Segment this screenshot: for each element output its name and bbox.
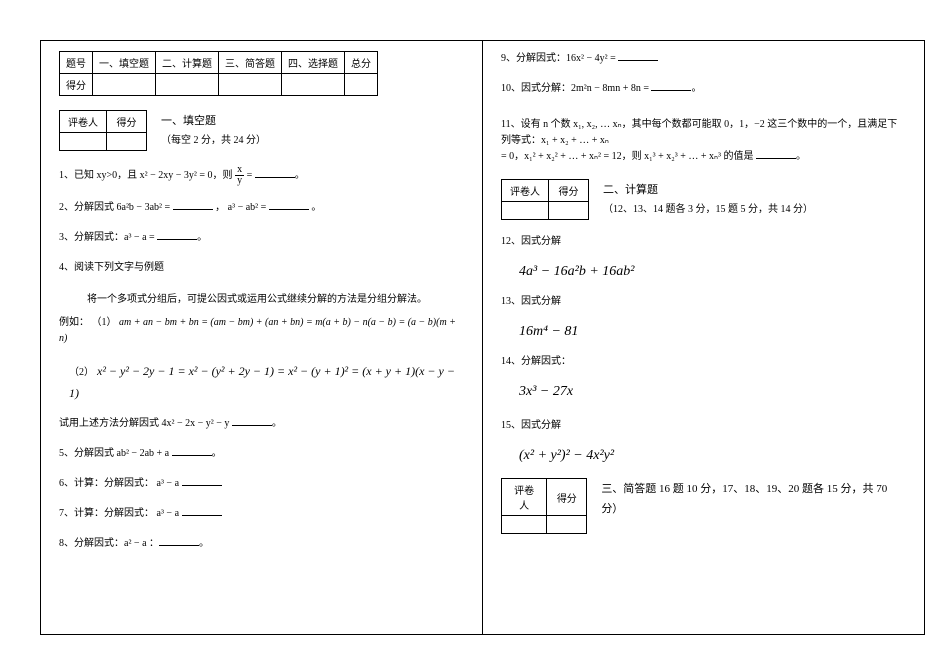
example-label: 例如： （1） am + an − bm + bn = (am − bm) + … [59,315,464,347]
score-cell [93,74,156,96]
answer-blank [182,476,222,486]
section-ans-title: 三、简答题 16 题 10 分，17、18、19、20 题各 15 分，共 70… [601,480,906,520]
section-fill-sub: （每空 2 分，共 24 分） [161,132,266,150]
score-cell [345,74,378,96]
ex2-math: x² − y² − 2y − 1 = x² − (y² + 2y − 1) = … [69,364,455,400]
mini-cell [547,516,587,534]
question-2: 2、分解因式 6a²b − 3ab² = ， a³ − ab² = 。 [59,200,464,216]
mini-cell [549,202,589,220]
q1-post: = [247,170,255,181]
question-6: 6、计算：分解因式： a³ − a [59,476,464,492]
mini-header: 评卷人 [60,111,107,133]
ex1-pre: （1） [92,317,117,328]
section-fill-header: 评卷人 得分 一、填空题 （每空 2 分，共 24 分） [59,110,464,151]
q9-text: 9、分解因式：16x² − 4y² = [501,53,618,64]
answer-blank [756,149,796,159]
q7-text: 7、计算：分解因式： a³ − a [59,508,182,519]
q11-l2: = 0，x₁² + x₂² + … + xₙ² = 12，则 x₁³ + x₂³… [501,151,756,162]
question-12-label: 12、因式分解 [501,234,906,250]
q3-text: 3、分解因式：a³ − a = [59,232,157,243]
mini-cell [60,133,107,151]
q1-text: 1、已知 xy>0，且 x² − 2xy − 3y² = 0，则 [59,170,235,181]
score-cell [219,74,282,96]
row-label: 得分 [60,74,93,96]
question-14-expr: 3x³ − 27x [519,384,906,400]
mini-score-table: 评卷人 得分 [501,478,587,534]
answer-blank [173,200,213,210]
q2-post: 。 [311,202,321,213]
answer-blank [232,416,272,426]
fraction-icon: x y [235,165,244,186]
question-5: 5、分解因式 ab² − 2ab + a 。 [59,446,464,462]
question-13-expr: 16m⁴ − 81 [519,324,906,340]
score-table-main: 题号 一、填空题 二、计算题 三、简答题 四、选择题 总分 得分 [59,51,378,96]
col-header: 题号 [60,52,93,74]
q2-mid: ， a³ − ab² = [215,202,269,213]
col-header: 四、选择题 [282,52,345,74]
answer-blank [182,506,222,516]
question-15-expr: (x² + y²)² − 4x²y² [519,448,906,464]
col-header: 总分 [345,52,378,74]
mini-header: 得分 [107,111,147,133]
question-7: 7、计算：分解因式： a³ − a [59,506,464,522]
q5-text: 5、分解因式 ab² − 2ab + a [59,448,172,459]
q4-try: 试用上述方法分解因式 4x² − 2x − y² − y 。 [59,416,464,432]
mini-header: 评卷人 [502,479,547,516]
score-cell [282,74,345,96]
section-calc-header: 评卷人 得分 二、计算题 （12、13、14 题各 3 分，15 题 5 分，共… [501,179,906,220]
col-header: 一、填空题 [93,52,156,74]
mini-header: 评卷人 [502,180,549,202]
answer-blank [651,81,691,91]
q4-title: 4、阅读下列文字与例题 [59,260,464,276]
q4-try-text: 试用上述方法分解因式 4x² − 2x − y² − y [59,418,232,429]
q11-l1: 11、设有 n 个数 x₁, x₂, … xₙ，其中每个数都可能取 0，1，−2… [501,117,906,149]
question-3: 3、分解因式：a³ − a = 。 [59,230,464,246]
ex1-math: am + an − bm + bn = (am − bm) + (an + bn… [59,317,456,344]
ex2-pre: （2） [69,367,94,378]
answer-blank [172,446,212,456]
mini-header: 得分 [547,479,587,516]
answer-blank [157,230,197,240]
col-header: 二、计算题 [156,52,219,74]
mini-cell [502,202,549,220]
answer-blank [255,168,295,178]
answer-blank [618,51,658,61]
question-1: 1、已知 xy>0，且 x² − 2xy − 3y² = 0，则 x y = 。 [59,165,464,186]
answer-blank [159,536,199,546]
answer-blank [269,200,309,210]
q4-line1: 将一个多项式分组后，可提公因式或运用公式继续分解的方法是分组分解法。 [87,290,464,305]
frac-den: y [235,176,244,186]
question-14-label: 14、分解因式： [501,354,906,370]
col-header: 三、简答题 [219,52,282,74]
question-9: 9、分解因式：16x² − 4y² = [501,51,906,67]
question-11: 11、设有 n 个数 x₁, x₂, … xₙ，其中每个数都可能取 0，1，−2… [501,117,906,165]
question-8: 8、分解因式：a² − a ：。 [59,536,464,552]
question-15-label: 15、因式分解 [501,418,906,434]
q6-text: 6、计算：分解因式： a³ − a [59,478,182,489]
question-4: 4、阅读下列文字与例题 [59,260,464,276]
q8-text: 8、分解因式：a² − a ： [59,538,159,549]
section-calc-sub: （12、13、14 题各 3 分，15 题 5 分，共 14 分） [603,201,813,219]
question-12-expr: 4a³ − 16a²b + 16ab² [519,264,906,280]
q2-pre: 2、分解因式 6a²b − 3ab² = [59,202,173,213]
q10-text: 10、因式分解：2m²n − 8mn + 8n = [501,83,651,94]
mini-cell [502,516,547,534]
section-fill-title: 一、填空题 [161,112,266,132]
example-2: （2） x² − y² − 2y − 1 = x² − (y² + 2y − 1… [69,361,464,404]
mini-header: 得分 [549,180,589,202]
mini-cell [107,133,147,151]
question-10: 10、因式分解：2m²n − 8mn + 8n = 。 [501,81,906,97]
mini-score-table: 评卷人 得分 [59,110,147,151]
ex-label: 例如： [59,317,89,328]
score-cell [156,74,219,96]
mini-score-table: 评卷人 得分 [501,179,589,220]
section-ans-header: 评卷人 得分 三、简答题 16 题 10 分，17、18、19、20 题各 15… [501,478,906,534]
section-calc-title: 二、计算题 [603,181,813,201]
question-13-label: 13、因式分解 [501,294,906,310]
